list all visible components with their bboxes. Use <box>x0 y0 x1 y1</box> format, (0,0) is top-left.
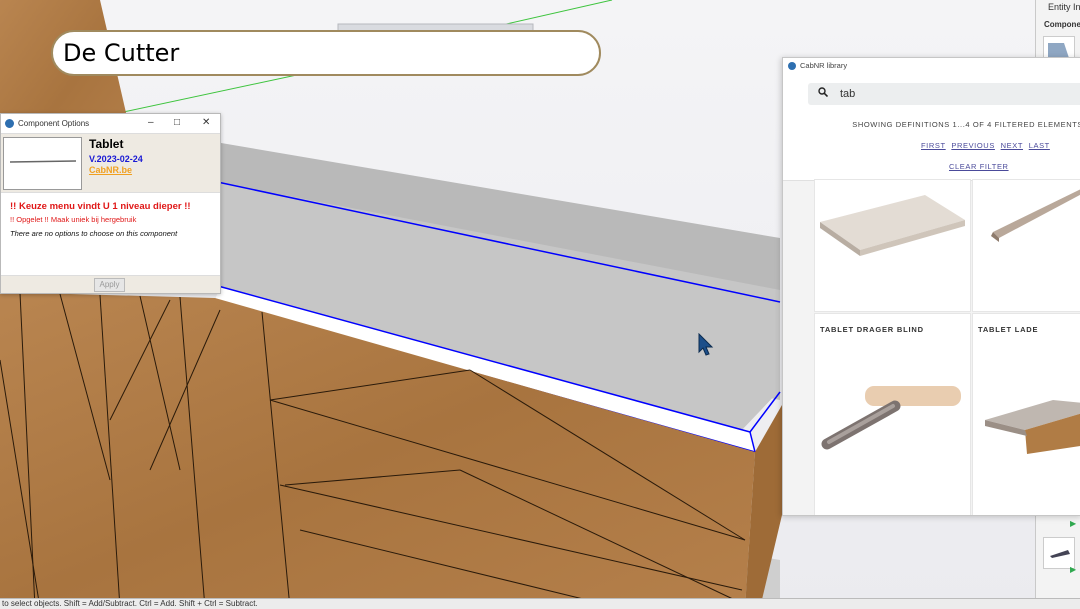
dialog-footer: Apply <box>1 275 220 293</box>
title-banner: De Cutter <box>51 30 601 76</box>
green-arrow-icon[interactable]: ▶ <box>1070 519 1076 528</box>
profile-thumbnail <box>991 189 1080 242</box>
results-grid: TABLET DRAGER BLIND TABLET LADE <box>783 179 1080 515</box>
library-title: CabNR library <box>800 61 848 70</box>
component-options-dialog[interactable]: Component Options – □ ✕ Tablet V.2023-02… <box>0 113 221 294</box>
dialog-title: Component Options <box>18 119 90 128</box>
cabnr-link[interactable]: CabNR.be <box>89 165 132 175</box>
search-box[interactable] <box>808 83 1080 105</box>
drawer-tablet-thumbnail <box>985 400 1080 454</box>
close-icon[interactable]: ✕ <box>202 117 210 128</box>
status-text: to select objects. Shift = Add/Subtract.… <box>2 599 258 608</box>
title-text: De Cutter <box>63 39 180 67</box>
apply-button[interactable]: Apply <box>94 278 125 292</box>
first-page-link[interactable]: FIRST <box>921 141 946 150</box>
shelf-support-thumbnail <box>821 386 961 450</box>
next-page-link[interactable]: NEXT <box>1001 141 1023 150</box>
library-card[interactable] <box>972 179 1080 312</box>
last-page-link[interactable]: LAST <box>1029 141 1050 150</box>
no-options-message: There are no options to choose on this c… <box>10 229 178 238</box>
dialog-titlebar[interactable]: Component Options – □ ✕ <box>1 114 220 133</box>
library-card[interactable]: TABLET LADE <box>972 313 1080 515</box>
component-preview <box>3 137 82 190</box>
countertop-thumbnail <box>820 195 965 256</box>
library-card[interactable]: TABLET DRAGER BLIND <box>814 313 971 515</box>
app-logo-icon <box>5 119 14 128</box>
previous-page-link[interactable]: PREVIOUS <box>951 141 995 150</box>
green-arrow-icon[interactable]: ▶ <box>1070 565 1076 574</box>
app-logo-icon <box>788 61 796 70</box>
component-header: Tablet V.2023-02-24 CabNR.be <box>1 133 220 193</box>
component-version: V.2023-02-24 <box>89 154 143 164</box>
mouse-cursor-icon <box>698 333 714 356</box>
search-icon <box>818 87 828 97</box>
library-card[interactable] <box>814 179 971 312</box>
unique-warning: !! Opgelet !! Maak uniek bij hergebruik <box>10 215 137 224</box>
entity-info-header[interactable]: Entity In <box>1036 0 1080 12</box>
minimize-icon[interactable]: – <box>148 117 154 128</box>
pagination: FIRST PREVIOUS NEXT LAST <box>921 141 1053 150</box>
search-input[interactable] <box>840 86 1040 101</box>
library-titlebar[interactable]: CabNR library <box>783 58 1080 73</box>
maximize-icon[interactable]: □ <box>174 117 180 128</box>
cabnr-library-window[interactable]: CabNR library SHOWING DEFINITIONS 1...4 … <box>782 57 1080 516</box>
component-name: Tablet <box>89 137 124 151</box>
results-count: SHOWING DEFINITIONS 1...4 OF 4 FILTERED … <box>852 120 1080 129</box>
clear-filter-link[interactable]: CLEAR FILTER <box>949 162 1009 171</box>
menu-warning: !! Keuze menu vindt U 1 niveau dieper !! <box>10 201 191 212</box>
components-header[interactable]: Componen <box>1036 20 1080 29</box>
status-bar: to select objects. Shift = Add/Subtract.… <box>0 598 1080 609</box>
